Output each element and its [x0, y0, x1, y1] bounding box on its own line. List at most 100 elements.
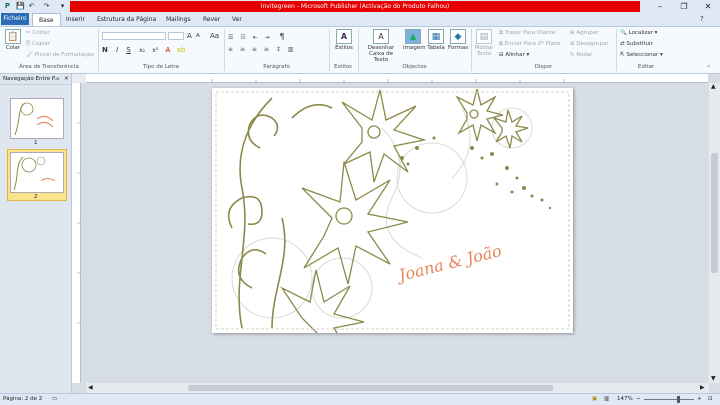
- bold-button[interactable]: N: [102, 46, 108, 54]
- justify-icon[interactable]: ≡: [264, 46, 269, 53]
- scroll-down-icon[interactable]: ▼: [711, 375, 716, 382]
- horizontal-ruler[interactable]: [86, 74, 708, 83]
- zoom-slider-thumb[interactable]: [677, 396, 680, 403]
- customize-qat-icon[interactable]: ▾: [58, 2, 67, 11]
- paste-button[interactable]: 📋 Colar: [3, 29, 23, 51]
- align-left-icon[interactable]: ≡: [228, 46, 233, 53]
- font-size-box[interactable]: [168, 32, 184, 40]
- page-thumbnail-1[interactable]: [10, 98, 64, 139]
- zoom-out-button[interactable]: −: [636, 394, 641, 405]
- tab-file[interactable]: Ficheiro: [1, 13, 29, 25]
- fit-page-icon[interactable]: ⊡: [708, 394, 713, 405]
- horizontal-scrollbar[interactable]: ◀ ▶: [86, 383, 709, 393]
- collapse-ribbon-icon[interactable]: ⌃: [706, 65, 711, 72]
- select-button[interactable]: ⇱ Seleccionar ▾: [620, 52, 663, 58]
- thumbnail-artwork: [14, 102, 54, 136]
- underline-button[interactable]: S: [126, 46, 130, 54]
- font-name-box[interactable]: [102, 32, 166, 40]
- tab-home[interactable]: Base: [32, 13, 61, 26]
- collapse-icon[interactable]: «: [56, 74, 59, 85]
- shapes-button[interactable]: ◆ Formas: [448, 29, 468, 51]
- paragraph-row-1: ☰ ☷ ⇤ ⇥ ¶: [228, 32, 285, 41]
- table-button[interactable]: ▦ Tabela: [426, 29, 446, 51]
- scroll-right-icon[interactable]: ▶: [700, 384, 705, 391]
- tab-review[interactable]: Rever: [197, 13, 226, 26]
- publisher-app-icon[interactable]: P: [3, 2, 12, 11]
- page-navigation-pane: Navegação Entre P... « ✕ 1 2: [0, 74, 72, 393]
- vertical-scrollbar[interactable]: ▲ ▼: [709, 83, 720, 383]
- wrap-text-button[interactable]: ▤ Moldar Texto: [474, 29, 494, 57]
- scroll-left-icon[interactable]: ◀: [88, 384, 93, 391]
- bring-forward-button[interactable]: ⧉ Trazer Para Diante: [499, 30, 555, 37]
- rotate-button[interactable]: ↻ Rodar: [570, 52, 592, 58]
- increase-indent-icon[interactable]: ⇥: [265, 34, 270, 41]
- close-button[interactable]: ✕: [696, 0, 720, 13]
- two-page-view-icon[interactable]: ▥: [604, 394, 609, 405]
- minimize-button[interactable]: –: [648, 0, 672, 13]
- draw-text-box-label: Desenhar Caixa de Texto: [367, 45, 395, 63]
- vertical-ruler[interactable]: [72, 83, 81, 383]
- chevron-down-icon: ▾: [658, 52, 663, 58]
- close-pane-icon[interactable]: ✕: [64, 74, 69, 85]
- page-indicator[interactable]: Página: 2 de 2: [3, 394, 42, 405]
- single-page-view-icon[interactable]: ▣: [592, 394, 597, 405]
- help-icon[interactable]: ?: [700, 15, 704, 23]
- tab-page-design[interactable]: Estrutura da Página: [91, 13, 162, 26]
- page-status-icon[interactable]: ▭: [52, 394, 57, 405]
- columns-icon[interactable]: ▥: [288, 46, 294, 53]
- subscript-button[interactable]: x₂: [139, 47, 145, 54]
- align-button[interactable]: ⊟ Alinhar ▾: [499, 52, 529, 58]
- redo-icon[interactable]: ↷: [42, 2, 51, 11]
- draw-text-box-button[interactable]: A Desenhar Caixa de Texto: [361, 29, 401, 63]
- superscript-button[interactable]: x²: [152, 47, 158, 54]
- picture-button[interactable]: ▲ Imagem: [403, 29, 426, 51]
- styles-button[interactable]: A Estilos: [333, 29, 355, 51]
- ribbon-tabs: Ficheiro Base Inserir Estrutura da Págin…: [0, 13, 720, 26]
- tab-insert[interactable]: Inserir: [60, 13, 91, 26]
- replace-button[interactable]: ⇄ Substituir: [620, 41, 653, 47]
- vertical-scroll-thumb[interactable]: [711, 153, 718, 273]
- save-icon[interactable]: 💾: [16, 2, 25, 11]
- decrease-indent-icon[interactable]: ⇤: [253, 34, 258, 41]
- brush-icon: 🖌: [26, 52, 35, 58]
- tab-mailings[interactable]: Mailings: [160, 13, 197, 26]
- align-right-icon[interactable]: ≡: [252, 46, 257, 53]
- styles-label: Estilos: [335, 45, 353, 51]
- tab-view[interactable]: Ver: [226, 13, 248, 26]
- scroll-up-icon[interactable]: ▲: [711, 83, 716, 90]
- replace-label: Substituir: [626, 41, 653, 47]
- page-thumbnail-2[interactable]: [10, 152, 64, 193]
- grow-font-icon[interactable]: A: [187, 32, 192, 40]
- send-backward-button[interactable]: ⧉ Enviar Para 2º Plano: [499, 41, 561, 48]
- line-spacing-icon[interactable]: ↕: [276, 46, 281, 53]
- format-painter-button[interactable]: 🖌 Pincel de Formatação: [26, 52, 94, 58]
- clipboard-icon: 📋: [5, 29, 21, 44]
- ruler-corner: [72, 74, 86, 83]
- group-objects-button[interactable]: ⊞ Agrupar: [570, 30, 598, 36]
- paragraph-row-2: ≡ ≡ ≡ ≡ ↕ ▥: [228, 46, 293, 53]
- font-color-icon[interactable]: A: [166, 46, 171, 54]
- numbering-icon[interactable]: ☷: [240, 34, 245, 41]
- pilcrow-icon[interactable]: ¶: [280, 32, 285, 41]
- zoom-in-button[interactable]: +: [697, 394, 702, 405]
- publication-page[interactable]: Joana & João: [212, 88, 573, 333]
- shapes-icon: ◆: [450, 29, 466, 44]
- undo-icon[interactable]: ↶: [27, 2, 36, 11]
- align-center-icon[interactable]: ≡: [240, 46, 245, 53]
- workspace: Joana & João ▲ ▼ ◀ ▶: [72, 74, 720, 393]
- table-icon: ▦: [428, 29, 444, 44]
- ungroup-button[interactable]: ⊞ Desagrupar: [570, 41, 609, 47]
- text-box-icon: A: [373, 29, 389, 44]
- change-case-icon[interactable]: Aa: [210, 32, 219, 40]
- horizontal-scroll-thumb[interactable]: [188, 385, 553, 391]
- zoom-slider-track[interactable]: [644, 399, 694, 400]
- zoom-level[interactable]: 147%: [617, 394, 633, 405]
- bullets-icon[interactable]: ☰: [228, 34, 233, 41]
- highlight-icon[interactable]: ab: [177, 46, 186, 54]
- copy-button[interactable]: ⎘ Copiar: [26, 41, 50, 48]
- shrink-font-icon[interactable]: A: [196, 33, 200, 39]
- find-button[interactable]: 🔍 Localizar ▾: [620, 30, 657, 36]
- cut-button[interactable]: ✂ Cortar: [26, 30, 50, 36]
- maximize-button[interactable]: ❐: [672, 0, 696, 13]
- italic-button[interactable]: I: [116, 46, 118, 54]
